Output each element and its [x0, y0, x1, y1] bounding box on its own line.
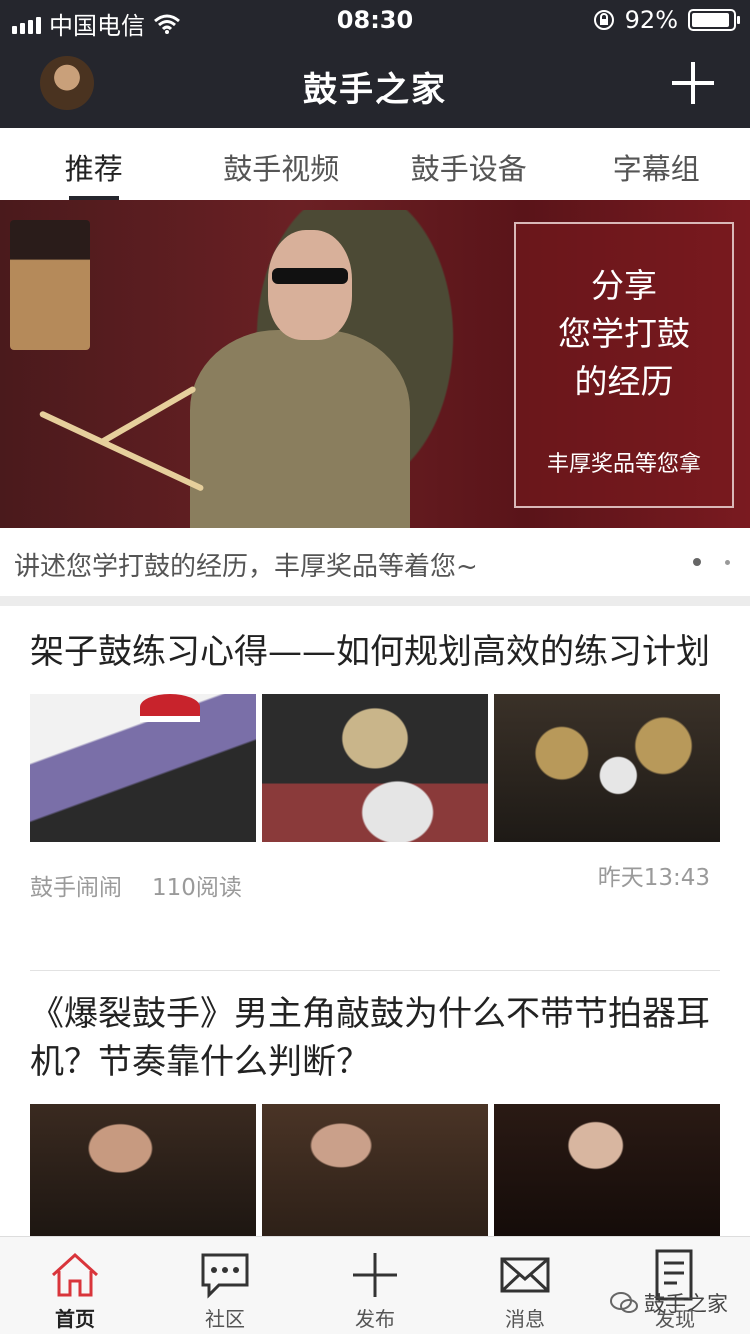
- banner-box-line2: 您学打鼓: [558, 314, 690, 353]
- article-card[interactable]: 架子鼓练习心得——如何规划高效的练习计划 鼓手闹闹 110阅读 昨天13:43: [30, 628, 720, 901]
- tab-publish-label: 发布: [355, 1307, 395, 1331]
- plus-icon: [353, 1253, 397, 1297]
- article-read-count: 110阅读: [152, 875, 242, 901]
- watermark: 鼓手之家: [610, 1288, 728, 1318]
- banner-promo-box: 分享 您学打鼓 的经历 丰厚奖品等您拿: [514, 222, 734, 508]
- chat-icon: [201, 1253, 249, 1299]
- banner-carousel[interactable]: 分享 您学打鼓 的经历 丰厚奖品等您拿: [0, 200, 750, 528]
- tab-drummer-videos[interactable]: 鼓手视频: [188, 128, 376, 200]
- carousel-dot-active: [693, 558, 701, 566]
- battery-percent: 92%: [624, 6, 678, 34]
- banner-caption-text: 讲述您学打鼓的经历，丰厚奖品等着您~: [14, 552, 478, 582]
- article-thumbnail[interactable]: [494, 694, 720, 842]
- banner-box-line1: 分享: [591, 266, 657, 305]
- article-time: 昨天13:43: [597, 865, 710, 891]
- tab-publish[interactable]: 发布: [300, 1237, 450, 1334]
- orientation-lock-icon: [593, 10, 614, 30]
- article-thumbnail[interactable]: [494, 1104, 720, 1236]
- mail-icon: [500, 1257, 550, 1293]
- tab-discover[interactable]: 发现: [600, 1237, 750, 1334]
- article-thumbnail[interactable]: [262, 1104, 488, 1236]
- page-title: 鼓手之家: [303, 70, 447, 110]
- tab-subtitle-group[interactable]: 字幕组: [563, 128, 750, 200]
- tab-messages[interactable]: 消息: [450, 1237, 600, 1334]
- battery-icon: [688, 9, 740, 31]
- banner-box-line3: 的经历: [574, 362, 674, 401]
- bottom-tab-bar: 首页 社区 发布 消息 发现: [0, 1236, 750, 1334]
- article-card[interactable]: 《爆裂鼓手》男主角敲鼓为什么不带节拍器耳机？节奏靠什么判断？: [30, 990, 720, 1236]
- home-icon: [51, 1252, 99, 1297]
- article-feed: 架子鼓练习心得——如何规划高效的练习计划 鼓手闹闹 110阅读 昨天13:43 …: [0, 606, 750, 1236]
- add-button[interactable]: [672, 62, 714, 104]
- article-thumbnail[interactable]: [30, 1104, 256, 1236]
- banner-caption[interactable]: 讲述您学打鼓的经历，丰厚奖品等着您~: [0, 528, 750, 596]
- article-title[interactable]: 架子鼓练习心得——如何规划高效的练习计划: [30, 628, 720, 676]
- tab-messages-label: 消息: [505, 1307, 545, 1331]
- article-thumbnail[interactable]: [262, 694, 488, 842]
- carousel-dot: [725, 559, 730, 565]
- status-bar: 中国电信 08:30 92%: [0, 0, 750, 40]
- banner-lamp-image: [10, 220, 90, 350]
- watermark-text: 鼓手之家: [644, 1292, 728, 1316]
- tab-community-label: 社区: [205, 1307, 245, 1331]
- nav-bar: 鼓手之家: [0, 40, 750, 128]
- tab-home-label: 首页: [55, 1307, 95, 1331]
- banner-box-subtitle: 丰厚奖品等您拿: [546, 452, 701, 477]
- carousel-dots: [693, 558, 730, 566]
- article-author[interactable]: 鼓手闹闹: [30, 868, 122, 902]
- tab-home[interactable]: 首页: [0, 1237, 150, 1334]
- tab-community[interactable]: 社区: [150, 1237, 300, 1334]
- article-title[interactable]: 《爆裂鼓手》男主角敲鼓为什么不带节拍器耳机？节奏靠什么判断？: [30, 990, 720, 1086]
- wechat-icon: [610, 1292, 638, 1313]
- article-thumbnail[interactable]: [30, 694, 256, 842]
- divider: [30, 970, 720, 971]
- tab-recommend[interactable]: 推荐: [0, 128, 188, 200]
- category-tabs: 推荐 鼓手视频 鼓手设备 字幕组: [0, 128, 750, 200]
- tab-drummer-gear[interactable]: 鼓手设备: [375, 128, 563, 200]
